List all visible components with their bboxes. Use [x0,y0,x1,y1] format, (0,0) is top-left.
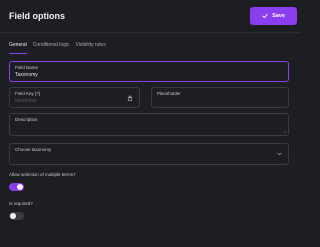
field-key-value: taxonomy [15,98,37,104]
chevron-down-icon [277,152,282,156]
taxonomy-select[interactable]: Choose taxonomy [9,143,289,165]
lock-icon[interactable] [127,95,133,101]
multiple-terms-toggle[interactable] [9,183,24,191]
field-name-input[interactable]: Field Name Taxonomy [9,61,289,82]
placeholder-label: Placeholder [157,91,181,96]
tab-conditional-logic[interactable]: Conditional logic [33,42,70,54]
placeholder-input[interactable]: Placeholder [151,87,289,108]
field-name-label: Field Name [15,65,39,70]
field-name-value: Taxonomy [15,72,38,78]
multiple-terms-label: Allow selection of multiple terms? [9,172,76,177]
page-title: Field options [9,11,65,21]
check-icon [262,13,268,19]
required-toggle[interactable] [9,212,24,220]
toggle-knob [10,213,16,219]
description-label: Description [15,117,38,122]
save-button[interactable]: Save [250,7,297,25]
field-key-label: Field Key [?] [15,91,41,96]
save-button-label: Save [272,13,285,19]
taxonomy-label: Choose taxonomy [15,147,52,152]
field-key-input[interactable]: Field Key [?] taxonomy [9,87,140,108]
toggle-knob [17,184,23,190]
tab-general[interactable]: General [9,42,27,54]
tab-visibility-rules[interactable]: Visibility rules [76,42,106,54]
description-textarea[interactable]: Description [9,113,289,136]
required-label: Is required? [9,201,33,206]
modal-header: Field options Save [0,0,300,33]
resize-handle-icon[interactable] [282,129,286,133]
tab-bar: General Conditional logic Visibility rul… [9,42,106,54]
